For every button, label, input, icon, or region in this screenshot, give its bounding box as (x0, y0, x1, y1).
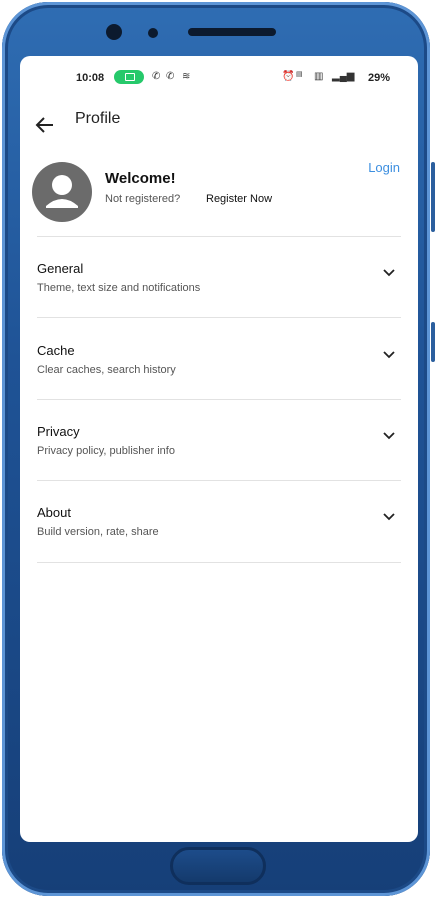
settings-item-cache[interactable]: Cache Clear caches, search history (20, 343, 418, 423)
front-camera-icon (106, 24, 122, 40)
chevron-down-icon[interactable] (382, 266, 396, 280)
status-bar: 10:08 ✆ ✆ ≋ ⏰ ▤ ▥ ▂▄▆ 29% (20, 68, 418, 88)
earpiece-speaker (188, 28, 276, 36)
call-indicator-icon (114, 70, 144, 84)
notification-icon: ≋ (182, 71, 191, 82)
chevron-down-icon[interactable] (382, 510, 396, 524)
home-button[interactable] (170, 847, 266, 885)
settings-item-subtitle: Clear caches, search history (37, 364, 176, 376)
register-now-link[interactable]: Register Now (206, 193, 272, 205)
settings-item-general[interactable]: General Theme, text size and notificatio… (20, 261, 418, 341)
avatar-icon (32, 162, 92, 222)
login-button[interactable]: Login (368, 160, 400, 175)
chevron-down-icon[interactable] (382, 348, 396, 362)
phone-icon: ✆ (152, 71, 161, 82)
signal-icon: ▂▄▆ (332, 71, 355, 82)
alarm-icon: ⏰ (282, 71, 295, 82)
status-time: 10:08 (76, 72, 105, 84)
not-registered-text: Not registered? (105, 193, 181, 205)
settings-item-privacy[interactable]: Privacy Privacy policy, publisher info (20, 424, 418, 504)
missed-call-icon: ✆ (166, 71, 175, 82)
page-title: Profile (75, 110, 121, 127)
divider (37, 317, 401, 318)
divider (37, 562, 401, 563)
volume-button (431, 162, 435, 232)
settings-item-title: Cache (37, 343, 75, 358)
volte-icon: ▥ (314, 71, 324, 82)
settings-item-title: General (37, 261, 84, 276)
back-arrow-icon[interactable] (34, 114, 56, 136)
settings-item-about[interactable]: About Build version, rate, share (20, 505, 418, 585)
divider (37, 399, 401, 400)
divider (37, 480, 401, 481)
divider (37, 236, 401, 237)
battery-level: 29% (368, 72, 391, 84)
data-speed-icon: ▤ (296, 71, 303, 78)
phone-frame: 10:08 ✆ ✆ ≋ ⏰ ▤ ▥ ▂▄▆ 29% Profile Welcom… (2, 2, 435, 896)
settings-item-subtitle: Theme, text size and notifications (37, 282, 201, 294)
welcome-heading: Welcome! (105, 170, 176, 187)
app-screen: 10:08 ✆ ✆ ≋ ⏰ ▤ ▥ ▂▄▆ 29% Profile Welcom… (20, 56, 418, 842)
settings-item-title: About (37, 505, 71, 520)
power-button (431, 322, 435, 362)
chevron-down-icon[interactable] (382, 429, 396, 443)
settings-item-subtitle: Build version, rate, share (37, 526, 159, 538)
settings-item-title: Privacy (37, 424, 80, 439)
sensor-icon (148, 28, 158, 38)
settings-item-subtitle: Privacy policy, publisher info (37, 445, 175, 457)
